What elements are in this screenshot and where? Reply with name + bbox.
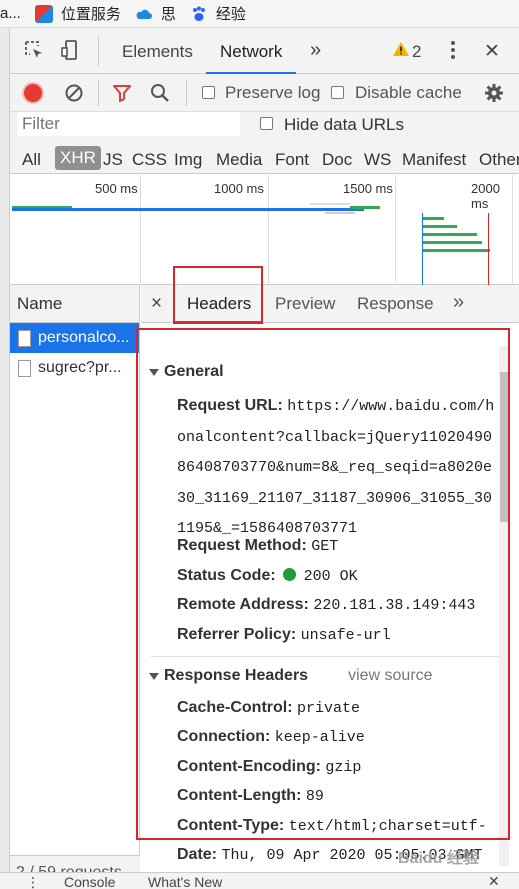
timeline-tick: 1000 ms — [214, 181, 264, 196]
tab-network[interactable]: Network — [205, 42, 297, 75]
dom-content-loaded-line — [422, 213, 423, 285]
waterfall-bar — [422, 249, 490, 252]
watermark: Baidu 经验 — [398, 850, 479, 867]
bookmark-item[interactable]: 思 — [135, 3, 176, 24]
request-name: sugrec?pr... — [38, 359, 122, 376]
bookmark-item[interactable]: a... — [0, 5, 21, 22]
gear-icon[interactable] — [484, 83, 504, 108]
baidu-map-icon — [34, 4, 53, 23]
network-toolbar: Preserve log Disable cache — [10, 74, 519, 112]
bottom-drawer: ⋮ Console What's New ✕ — [0, 872, 519, 889]
load-event-line — [488, 213, 489, 285]
waterfall-bar — [350, 206, 380, 209]
waterfall-bar — [310, 203, 350, 205]
document-icon — [18, 329, 31, 347]
waterfall-bar — [422, 241, 482, 244]
type-filter-font[interactable]: Font — [275, 150, 309, 170]
divider — [98, 36, 99, 66]
drawer-tab-console[interactable]: Console — [64, 874, 115, 889]
tab-elements[interactable]: Elements — [122, 42, 193, 62]
device-toolbar-icon[interactable] — [60, 40, 80, 65]
close-detail-button[interactable]: × — [151, 293, 162, 315]
headers-highlight-box — [173, 266, 263, 324]
headers-content-highlight-box — [136, 328, 510, 840]
request-row[interactable]: personalco... — [10, 323, 139, 353]
type-filter-ws[interactable]: WS — [364, 150, 391, 170]
filter-input[interactable] — [18, 112, 240, 136]
divider — [186, 80, 187, 106]
warning-icon[interactable] — [392, 41, 410, 62]
grid-line — [395, 175, 396, 285]
search-icon[interactable] — [150, 83, 170, 108]
preserve-log-label[interactable]: Preserve log — [225, 83, 320, 103]
name-column-header[interactable]: Name — [10, 285, 139, 323]
kebab-menu-icon[interactable] — [450, 40, 456, 65]
timeline-tick: 1500 ms — [343, 181, 393, 196]
drawer-close-icon[interactable]: ✕ — [488, 873, 500, 889]
bookmark-label: 思 — [160, 6, 176, 23]
grid-line — [268, 175, 269, 285]
type-filter-all[interactable]: All — [22, 150, 41, 170]
close-devtools-button[interactable]: ✕ — [484, 40, 500, 63]
document-icon — [18, 359, 31, 377]
record-button[interactable] — [24, 84, 42, 102]
timeline-tick: 2000 ms — [471, 181, 500, 211]
request-list: Name personalco... sugrec?pr... 2 / 59 r… — [10, 285, 140, 889]
disable-cache-label[interactable]: Disable cache — [355, 83, 462, 103]
header-key: Date: — [177, 846, 218, 863]
waterfall-bar — [12, 208, 364, 211]
devtools-tabbar: Elements Network » 2 ✕ — [10, 28, 519, 75]
page-edge — [0, 28, 10, 889]
clear-icon[interactable] — [64, 83, 84, 108]
inspect-element-icon[interactable] — [24, 40, 44, 65]
type-filter-manifest[interactable]: Manifest — [402, 150, 466, 170]
divider — [98, 80, 99, 106]
bookmark-label: a... — [0, 5, 21, 22]
preserve-log-checkbox[interactable] — [202, 86, 215, 99]
more-detail-tabs[interactable]: » — [453, 291, 464, 314]
bookmark-label: 位置服务 — [60, 6, 121, 23]
drawer-tab-whats-new[interactable]: What's New — [148, 874, 222, 889]
type-filter-css[interactable]: CSS — [132, 150, 167, 170]
hide-data-urls-label[interactable]: Hide data URLs — [284, 115, 404, 135]
type-filter-img[interactable]: Img — [174, 150, 202, 170]
bookmark-item[interactable]: 经验 — [190, 3, 246, 24]
more-tabs-button[interactable]: » — [310, 39, 321, 62]
timeline-tick: 500 ms — [95, 181, 138, 196]
bookmark-item[interactable]: 位置服务 — [34, 3, 121, 24]
waterfall-bar — [422, 233, 477, 236]
type-filter-media[interactable]: Media — [216, 150, 262, 170]
hide-data-urls-checkbox[interactable] — [260, 117, 273, 130]
type-filter-doc[interactable]: Doc — [322, 150, 352, 170]
type-filter-xhr[interactable]: XHR — [55, 146, 101, 170]
network-overview[interactable]: 500 ms 1000 ms 1500 ms 2000 ms — [10, 175, 519, 285]
waterfall-bar — [422, 225, 457, 228]
waterfall-bar — [325, 212, 355, 214]
grid-line — [140, 175, 141, 285]
bookmarks-bar: a... 位置服务 思 经验 — [0, 0, 519, 28]
drawer-menu-icon[interactable]: ⋮ — [26, 874, 40, 889]
waterfall-bar — [422, 217, 444, 220]
paw-icon — [190, 5, 208, 23]
tab-preview[interactable]: Preview — [275, 294, 335, 314]
tab-response[interactable]: Response — [357, 294, 434, 314]
devtools-panel: Elements Network » 2 ✕ Preserve log Disa… — [10, 28, 519, 889]
bookmark-label: 经验 — [215, 6, 246, 23]
disable-cache-checkbox[interactable] — [331, 86, 344, 99]
type-filter-other[interactable]: Other — [479, 150, 519, 170]
filter-icon[interactable] — [112, 83, 132, 108]
request-name: personalco... — [38, 329, 130, 346]
cloud-icon — [135, 5, 153, 23]
warning-count[interactable]: 2 — [412, 42, 421, 62]
request-row[interactable]: sugrec?pr... — [10, 353, 139, 383]
type-filter-js[interactable]: JS — [103, 150, 123, 170]
